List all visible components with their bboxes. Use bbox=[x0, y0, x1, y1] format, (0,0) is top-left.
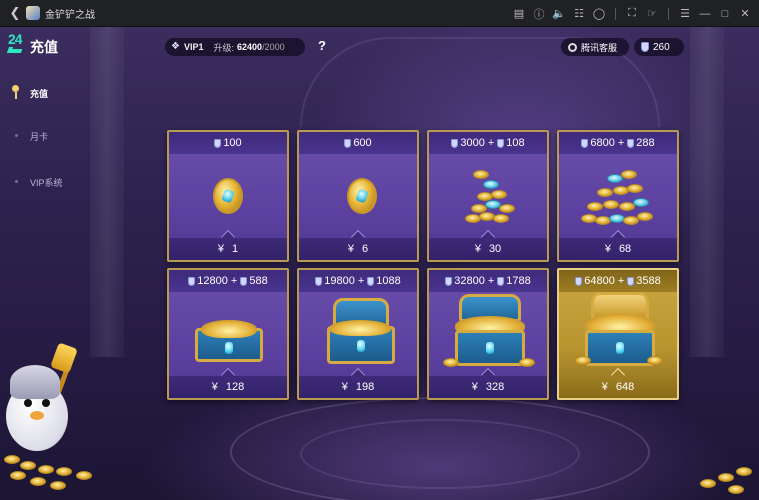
currency-amount: 260 bbox=[653, 41, 670, 53]
vip-level: VIP1 bbox=[184, 42, 204, 52]
volume-icon[interactable]: 🔈 bbox=[549, 0, 569, 27]
fullscreen-icon[interactable]: ⛶ bbox=[622, 0, 642, 27]
page-title: 充值 bbox=[30, 39, 58, 55]
coin-icon bbox=[299, 154, 417, 238]
recharge-pack-3000[interactable]: 3000 + 108 ¥30 bbox=[427, 130, 549, 262]
sidebar-item-vip-system[interactable]: VIP系统 bbox=[30, 176, 63, 189]
divider bbox=[668, 7, 669, 20]
gem-icon bbox=[367, 276, 375, 286]
close-icon[interactable]: ✕ bbox=[735, 0, 755, 27]
sidebar-item-recharge[interactable]: 充值 bbox=[30, 87, 48, 100]
age-rating-logo: 24 bbox=[6, 32, 24, 53]
gem-icon bbox=[627, 138, 635, 148]
pin-icon[interactable]: ☞ bbox=[642, 0, 662, 27]
background-pillar bbox=[690, 27, 724, 357]
pack-price: ¥6 bbox=[299, 229, 417, 260]
recharge-pack-64800[interactable]: 64800 + 3588 ¥648 bbox=[557, 268, 679, 400]
gem-icon bbox=[581, 138, 589, 148]
recharge-pack-6800[interactable]: 6800 + 288 ¥68 bbox=[557, 130, 679, 262]
pack-amount: 19800 + 1088 bbox=[299, 270, 417, 292]
recharge-pack-12800[interactable]: 12800 + 588 ¥128 bbox=[167, 268, 289, 400]
pack-amount: 6800 + 288 bbox=[559, 132, 677, 154]
gem-icon bbox=[451, 138, 459, 148]
help-button[interactable]: ? bbox=[314, 38, 330, 56]
info-icon[interactable]: ⓘ bbox=[529, 0, 549, 27]
menu-icon[interactable]: ☰ bbox=[675, 0, 695, 27]
upgrade-progress-max: /2000 bbox=[262, 42, 285, 52]
customer-service-label: 腾讯客服 bbox=[581, 42, 618, 53]
pack-amount: 600 bbox=[299, 132, 417, 154]
active-pin-icon bbox=[12, 85, 19, 99]
service-icon bbox=[568, 42, 577, 52]
upgrade-label: 升级: bbox=[213, 42, 235, 53]
vip-diamond-icon: ❖ bbox=[171, 41, 180, 52]
divider bbox=[615, 7, 616, 20]
gem-icon bbox=[344, 138, 352, 148]
window-title: 金铲铲之战 bbox=[45, 9, 95, 21]
background-pillar bbox=[90, 27, 124, 357]
gamepad-icon[interactable]: ◯ bbox=[589, 0, 609, 27]
treasure-chest-icon bbox=[429, 292, 547, 376]
gem-icon bbox=[214, 138, 222, 148]
gem-icon bbox=[188, 276, 196, 286]
currency-balance: 260 bbox=[634, 38, 684, 56]
sidebar-item-monthly-card[interactable]: 月卡 bbox=[30, 130, 48, 143]
titlebar-actions: ▤ ⓘ 🔈 ☷ ◯ ⛶ ☞ ☰ — □ ✕ bbox=[509, 0, 755, 27]
recharge-pack-600[interactable]: 600 ¥6 bbox=[297, 130, 419, 262]
upgrade-progress-current: 62400 bbox=[237, 42, 263, 52]
treasure-chest-icon bbox=[299, 292, 417, 376]
coin-stack-icon bbox=[429, 154, 547, 238]
app-icon bbox=[26, 6, 40, 20]
pack-amount: 100 bbox=[169, 132, 287, 154]
sidebar-dot bbox=[15, 134, 18, 137]
vip-progress: ❖ VIP1 升级: 62400 /2000 bbox=[165, 38, 305, 56]
back-icon[interactable]: ❮ bbox=[6, 5, 24, 21]
keyboard-icon[interactable]: ☷ bbox=[569, 0, 589, 27]
minimize-icon[interactable]: — bbox=[695, 0, 715, 27]
premium-chest-icon bbox=[559, 292, 677, 376]
sidebar-dot bbox=[15, 180, 18, 183]
gem-icon bbox=[575, 276, 583, 286]
pack-price: ¥68 bbox=[559, 229, 677, 260]
gem-icon bbox=[315, 276, 323, 286]
note-icon[interactable]: ▤ bbox=[509, 0, 529, 27]
gem-icon bbox=[240, 276, 248, 286]
pack-amount: 3000 + 108 bbox=[429, 132, 547, 154]
pack-price: ¥128 bbox=[169, 367, 287, 398]
recharge-pack-32800[interactable]: 32800 + 1788 ¥328 bbox=[427, 268, 549, 400]
pack-price: ¥30 bbox=[429, 229, 547, 260]
pack-price: ¥1 bbox=[169, 229, 287, 260]
gem-icon bbox=[445, 276, 453, 286]
pack-price: ¥198 bbox=[299, 367, 417, 398]
gem-icon bbox=[497, 138, 505, 148]
game-viewport: 24 充值 ❖ VIP1 升级: 62400 /2000 ? 腾讯客服 260 … bbox=[0, 27, 759, 500]
coin-icon bbox=[169, 154, 287, 238]
recharge-pack-100[interactable]: 100 ¥1 bbox=[167, 130, 289, 262]
maximize-icon[interactable]: □ bbox=[715, 0, 735, 27]
customer-service-button[interactable]: 腾讯客服 bbox=[561, 38, 629, 56]
window-titlebar: ❮ 金铲铲之战 ▤ ⓘ 🔈 ☷ ◯ ⛶ ☞ ☰ — □ ✕ bbox=[0, 0, 759, 27]
coin-stack-icon bbox=[559, 154, 677, 238]
pack-price: ¥328 bbox=[429, 367, 547, 398]
pack-amount: 12800 + 588 bbox=[169, 270, 287, 292]
currency-gem-icon bbox=[641, 42, 649, 52]
treasure-chest-icon bbox=[169, 292, 287, 376]
pack-amount: 64800 + 3588 bbox=[559, 270, 677, 292]
pack-price: ¥648 bbox=[559, 367, 677, 398]
gem-icon bbox=[497, 276, 505, 286]
recharge-pack-19800[interactable]: 19800 + 1088 ¥198 bbox=[297, 268, 419, 400]
pack-amount: 32800 + 1788 bbox=[429, 270, 547, 292]
gem-icon bbox=[627, 276, 635, 286]
floor-ring-inner bbox=[300, 419, 580, 489]
